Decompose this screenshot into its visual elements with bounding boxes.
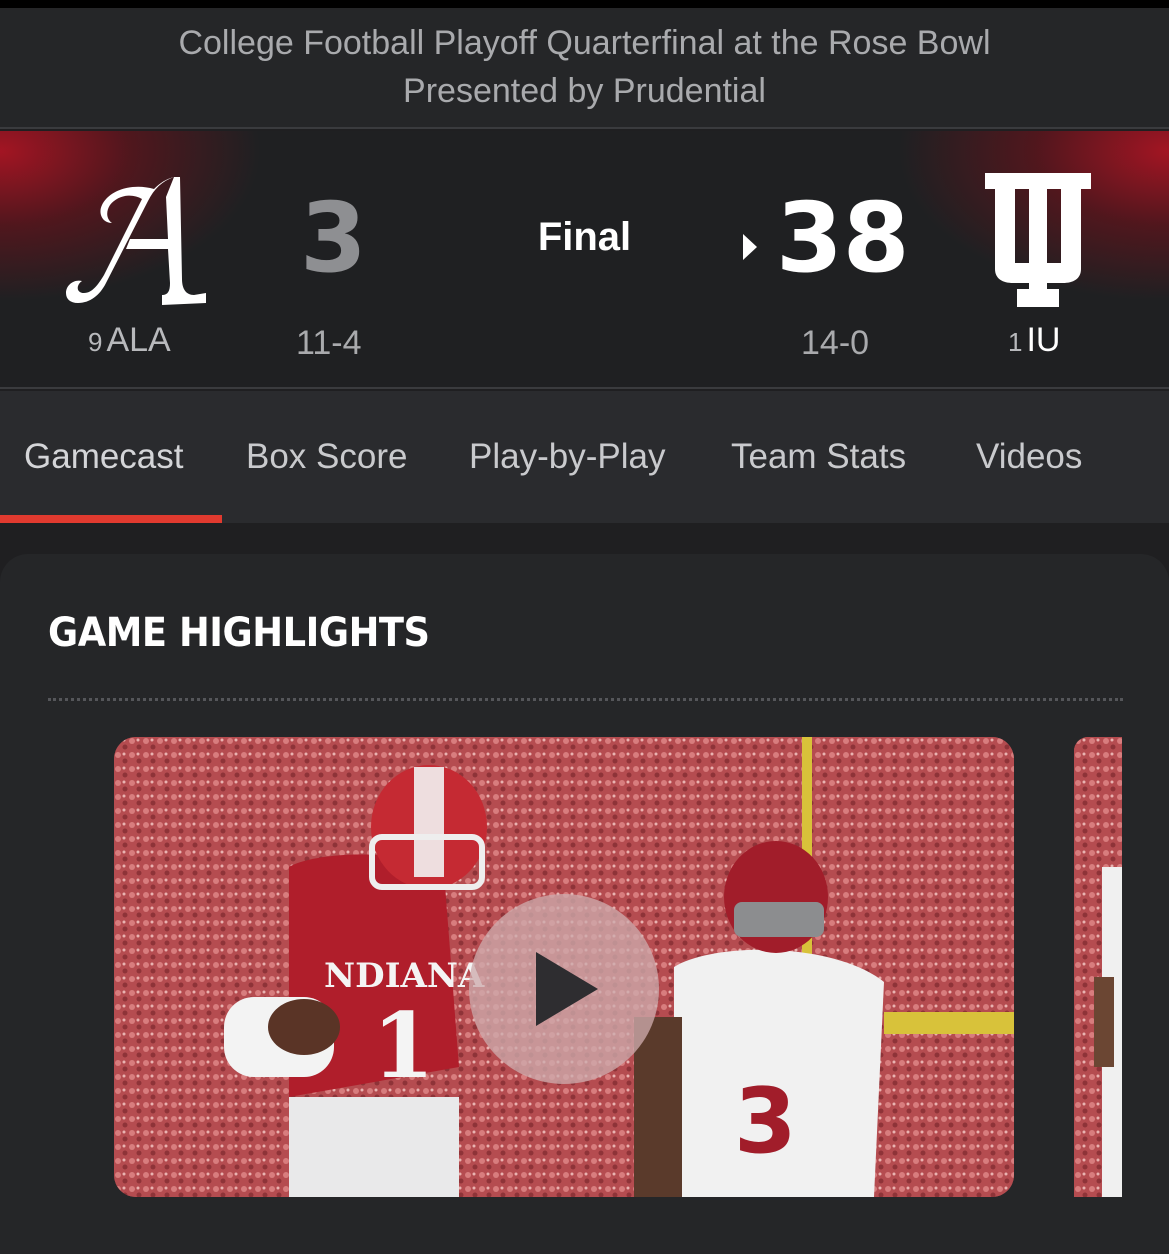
indiana-logo-icon[interactable] [983, 171, 1093, 309]
game-tabs: Gamecast Box Score Play-by-Play Team Sta… [0, 391, 1169, 523]
away-team-label[interactable]: 9 ALA [88, 321, 171, 360]
event-header: College Football Playoff Quarterfinal at… [0, 8, 1169, 129]
event-title-line1: College Football Playoff Quarterfinal at… [178, 24, 991, 62]
tab-play-by-play[interactable]: Play-by-Play [469, 437, 665, 477]
home-team-label[interactable]: 1 IU [1008, 321, 1060, 360]
away-abbr: ALA [106, 321, 171, 359]
home-abbr: IU [1026, 321, 1061, 359]
highlight-video-thumbnail[interactable]: NDIANA 1 3 [114, 737, 1014, 1197]
home-rank: 1 [1008, 327, 1023, 357]
active-tab-indicator [0, 515, 222, 523]
event-title-line2: Presented by Prudential [403, 72, 766, 110]
away-record: 11-4 [296, 324, 362, 362]
home-score: 38 [776, 182, 910, 294]
highlights-card: GAME HIGHLIGHTS NDIANA 1 3 [0, 554, 1169, 1254]
tab-gamecast[interactable]: Gamecast [24, 437, 184, 477]
svg-text:3: 3 [734, 1069, 797, 1174]
play-icon [536, 952, 598, 1026]
away-rank: 9 [88, 327, 103, 357]
section-divider [48, 698, 1123, 701]
svg-text:NDIANA: NDIANA [324, 956, 485, 996]
next-highlight-thumbnail[interactable] [1074, 737, 1122, 1197]
next-video-still-image [1074, 737, 1122, 1197]
svg-text:1: 1 [372, 993, 435, 1099]
tab-videos[interactable]: Videos [976, 437, 1082, 477]
tab-team-stats[interactable]: Team Stats [731, 437, 906, 477]
section-title: GAME HIGHLIGHTS [48, 610, 430, 656]
play-button[interactable] [469, 894, 659, 1084]
scoreboard[interactable]: 9 ALA 3 11-4 Final 38 14-0 1 IU [0, 131, 1169, 389]
winner-arrow-icon [743, 234, 757, 260]
status-bar-edge [0, 0, 1169, 8]
home-record: 14-0 [801, 324, 870, 362]
tab-box-score[interactable]: Box Score [246, 437, 407, 477]
